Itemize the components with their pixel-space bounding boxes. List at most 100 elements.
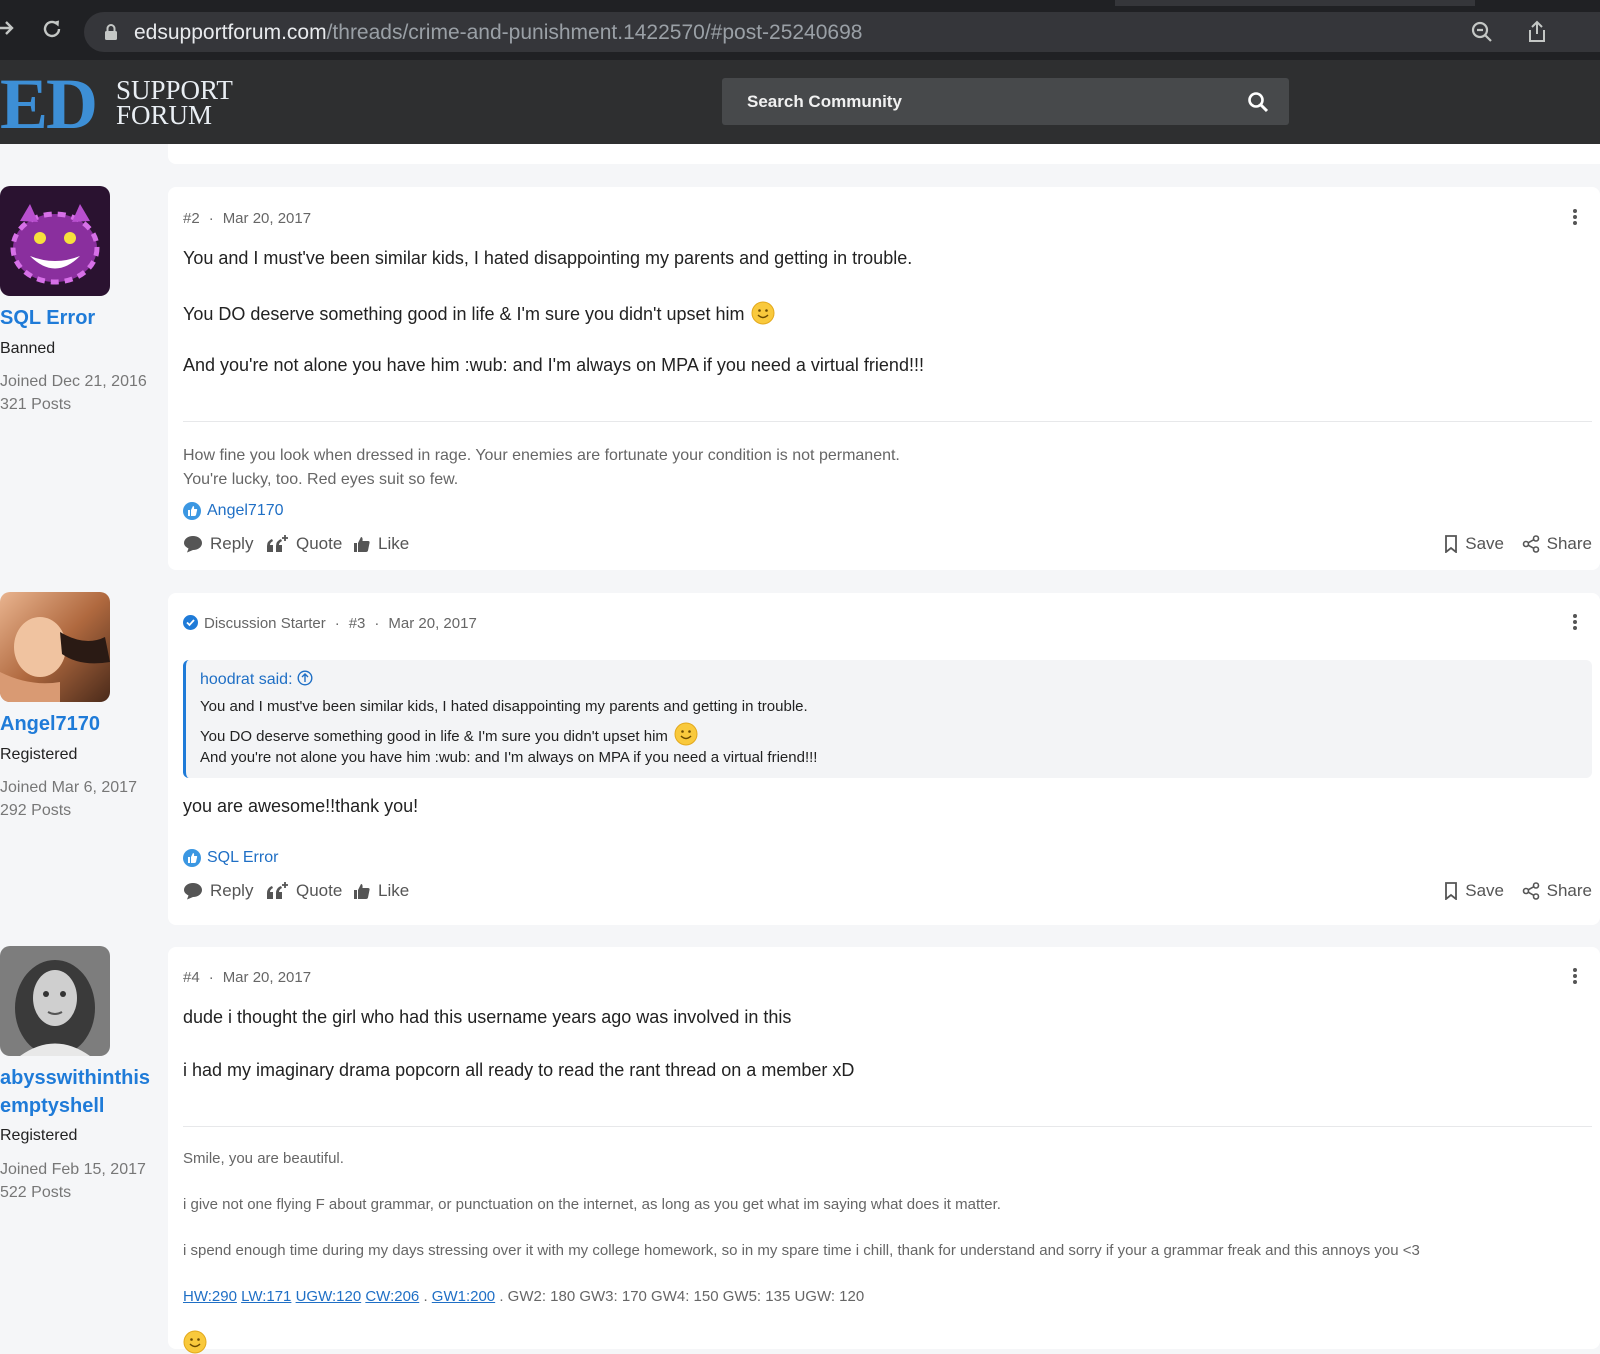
logo-mark: ED [0, 64, 98, 144]
jump-to-quote-icon[interactable] [297, 670, 313, 686]
liked-by[interactable]: Angel7170 [183, 502, 284, 520]
quote-block: hoodrat said: You and I must've been sim… [183, 660, 1592, 778]
search-input[interactable]: Search Community [722, 78, 1289, 125]
quote-button[interactable]: Quote [265, 534, 342, 554]
post-meta: #4 · Mar 20, 2017 [183, 969, 312, 986]
reply-button[interactable]: Reply [183, 534, 253, 554]
like-button[interactable]: Like [353, 881, 409, 901]
post-card: Discussion Starter · #3 · Mar 20, 2017 hoodr… [168, 593, 1600, 925]
quote-icon [267, 535, 288, 552]
url-path: /threads/crime-and-punishment.1422570/#p… [326, 21, 863, 44]
quote-author-link[interactable]: hoodrat said: [200, 670, 313, 689]
liked-by[interactable]: SQL Error [183, 849, 278, 867]
smiley-icon [674, 722, 698, 746]
reply-icon [184, 536, 202, 553]
post-number[interactable]: #3 [349, 615, 366, 632]
post-body-line: you are awesome!!thank you! [183, 796, 419, 816]
post-actions: Reply Quote Like Save Share [183, 534, 1592, 556]
share-label: Share [1546, 881, 1592, 900]
signature-line: i spend enough time during my days stres… [183, 1242, 1420, 1259]
quote-line: And you're not alone you have him :wub: … [200, 749, 818, 766]
sig-link[interactable]: UGW:120 [296, 1288, 362, 1305]
post-date: Mar 20, 2017 [388, 615, 477, 632]
like-label: Like [378, 534, 410, 553]
bookmark-icon [1445, 535, 1458, 553]
post-date: Mar 20, 2017 [222, 210, 312, 227]
post-body-line: You and I must've been similar kids, I h… [183, 248, 913, 268]
like-button[interactable]: Like [353, 534, 409, 554]
verified-check-icon [183, 615, 198, 630]
bookmark-icon [1445, 882, 1458, 900]
forward-icon[interactable] [0, 17, 20, 43]
like-badge-icon [183, 502, 201, 520]
author-name[interactable]: Angel7170 [0, 710, 100, 738]
post-body-line: dude i thought the girl who had this use… [183, 1007, 792, 1027]
browser-toolbar: edsupportforum.com/threads/crime-and-pun… [0, 0, 1600, 60]
reload-icon[interactable] [39, 17, 65, 43]
zoom-icon[interactable] [1470, 20, 1494, 44]
avatar[interactable] [0, 186, 110, 296]
post-card: #4 · Mar 20, 2017 dude i thought the girl … [168, 947, 1600, 1354]
search-placeholder: Search Community [747, 92, 902, 111]
more-options-icon[interactable] [1572, 208, 1578, 226]
lock-icon [105, 24, 117, 40]
signature-divider [183, 421, 1592, 422]
sig-link[interactable]: CW:206 [365, 1288, 419, 1305]
sig-link[interactable]: HW:290 [183, 1288, 237, 1305]
post-meta: Discussion Starter · #3 · Mar 20, 2017 [183, 615, 477, 632]
sig-link[interactable]: GW1:200 [432, 1288, 495, 1305]
liked-by-name[interactable]: SQL Error [207, 849, 278, 867]
sig-tail: . GW2: 180 GW3: 170 GW4: 150 GW5: 135 UG… [499, 1288, 865, 1305]
previous-post-card [168, 144, 1600, 164]
author-joined: Joined Dec 21, 2016 [0, 373, 147, 390]
logo-text: SUPPORT FORUM [116, 77, 233, 130]
author-role: Registered [0, 746, 78, 763]
author-role: Registered [0, 1127, 78, 1144]
reply-button[interactable]: Reply [183, 881, 253, 901]
reply-icon [184, 883, 202, 900]
author-name[interactable]: SQL Error [0, 304, 95, 332]
site-header: ED SUPPORT FORUM Search Community [0, 60, 1600, 144]
author-post-count: 522 Posts [0, 1184, 72, 1201]
save-button[interactable]: Save [1444, 534, 1504, 554]
signature-line: i give not one flying F about grammar, o… [183, 1196, 1001, 1213]
post-meta: #2 · Mar 20, 2017 [183, 210, 312, 227]
share-icon [1522, 882, 1539, 900]
reply-label: Reply [210, 534, 254, 553]
more-options-icon[interactable] [1572, 613, 1578, 631]
browser-share-icon[interactable] [1526, 20, 1548, 44]
quote-label: Quote [296, 534, 343, 553]
author-joined: Joined Mar 6, 2017 [0, 779, 137, 796]
share-button[interactable]: Share [1522, 534, 1592, 554]
avatar[interactable] [0, 592, 110, 702]
liked-by-name[interactable]: Angel7170 [207, 502, 284, 520]
url-domain: edsupportforum.com [134, 21, 327, 44]
post-body-line: And you're not alone you have him :wub: … [183, 355, 924, 375]
url-text: edsupportforum.com/threads/crime-and-pun… [134, 21, 862, 45]
signature-line: Smile, you are beautiful. [183, 1150, 344, 1167]
address-bar[interactable]: edsupportforum.com/threads/crime-and-pun… [84, 12, 1600, 52]
search-icon[interactable] [1247, 91, 1269, 113]
sig-link[interactable]: LW:171 [241, 1288, 291, 1305]
author-meta: Joined Dec 21, 2016 321 Posts [0, 370, 147, 416]
avatar[interactable] [0, 946, 110, 1056]
author-name[interactable]: abysswithinthis emptyshell [0, 1064, 150, 1120]
post-actions: Reply Quote Like Save Share [183, 881, 1592, 903]
quote-icon [267, 882, 288, 899]
logo-line2: FORUM [116, 100, 213, 130]
author-post-count: 321 Posts [0, 396, 72, 413]
save-button[interactable]: Save [1444, 881, 1504, 901]
author-name-line1: abysswithinthis [0, 1067, 151, 1089]
post-date: Mar 20, 2017 [222, 969, 312, 986]
more-options-icon[interactable] [1572, 967, 1578, 985]
quote-button[interactable]: Quote [265, 881, 342, 901]
sig-separator: . [423, 1288, 428, 1305]
quote-line: You DO deserve something good in life & … [200, 722, 698, 746]
post-card: #2 · Mar 20, 2017 You and I must've been s… [168, 187, 1600, 570]
share-button[interactable]: Share [1522, 881, 1592, 901]
save-label: Save [1465, 534, 1504, 553]
author-meta: Joined Mar 6, 2017 292 Posts [0, 776, 137, 822]
post-number[interactable]: #2 [183, 210, 200, 227]
post-number[interactable]: #4 [183, 969, 200, 986]
author-joined: Joined Feb 15, 2017 [0, 1161, 146, 1178]
